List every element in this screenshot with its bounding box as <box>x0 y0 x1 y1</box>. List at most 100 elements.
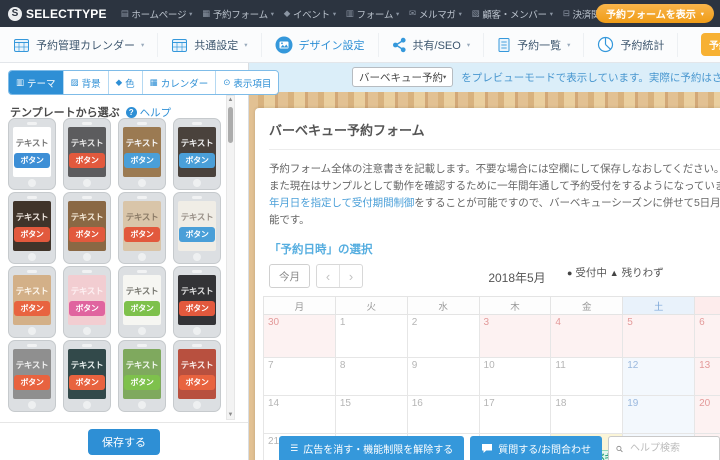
nav-item-form[interactable]: ▥ フォーム ▾ <box>346 7 399 21</box>
form-selector-dropdown[interactable]: バーベキュー予約 ▾ <box>352 67 453 87</box>
calendar-day-30[interactable]: 30 <box>264 315 336 358</box>
template-thumbnail: テキストボタン <box>13 275 51 325</box>
template-button-sample: ボタン <box>14 153 49 168</box>
nav-label: 顧客・メンバー <box>482 7 546 21</box>
remove-ads-button[interactable]: ☰ 広告を消す・機能制限を解除する <box>279 436 464 460</box>
calendar-day-13[interactable]: 13 <box>695 358 720 396</box>
template-text-sample: テキスト <box>181 359 214 371</box>
template-text-sample: テキスト <box>126 285 159 297</box>
calendar-day-12[interactable]: 12 <box>623 358 695 396</box>
template-item-11[interactable]: テキストボタン <box>118 266 166 338</box>
next-month-button[interactable]: › <box>339 265 362 287</box>
calendar-day-15[interactable]: 15 <box>335 396 407 434</box>
template-thumbnail: テキストボタン <box>68 349 106 399</box>
toolbar-item-share-seo[interactable]: 共有/SEO ▾ <box>379 33 485 57</box>
day-number: 12 <box>627 360 692 371</box>
calendar-day-2[interactable]: 2 <box>407 315 479 358</box>
calendar-day-16[interactable]: 16 <box>407 396 479 434</box>
chevron-down-icon: ▾ <box>244 41 247 49</box>
template-item-16[interactable]: テキストボタン <box>173 340 221 412</box>
scroll-down-icon[interactable]: ▼ <box>227 412 234 418</box>
chevron-down-icon: ▾ <box>333 10 336 18</box>
notice-line-3-rest: をすることが可能ですので、バーベキューシーズンに併せて5日月1日~10月15日ま… <box>414 197 720 209</box>
template-text-sample: テキスト <box>126 211 159 223</box>
nav-item-event[interactable]: ◆ イベント ▾ <box>284 7 336 21</box>
calendar-day-1[interactable]: 1 <box>335 315 407 358</box>
toolbar-item-reservation-list[interactable]: 予約一覧 ▾ <box>484 33 584 57</box>
calendar-day-18[interactable]: 18 <box>551 396 623 434</box>
template-item-15[interactable]: テキストボタン <box>118 340 166 412</box>
show-booking-form-button[interactable]: 予約フォームを表示 ▾ <box>596 4 714 23</box>
toolbar-item-design-settings[interactable]: デザイン設定 <box>262 33 379 57</box>
template-item-9[interactable]: テキストボタン <box>8 266 56 338</box>
period-control-link[interactable]: 年月日を指定して受付期間制御 <box>269 197 414 209</box>
this-month-button[interactable]: 今月 <box>269 264 310 288</box>
template-text-sample: テキスト <box>16 359 49 371</box>
nav-item-mail-magazine[interactable]: ✉ メルマガ ▾ <box>409 7 462 21</box>
tab-calendar[interactable]: ▦ カレンダー <box>142 71 216 94</box>
tab-label: テーマ <box>27 76 56 90</box>
toolbar-item-common-settings[interactable]: 共通設定 ▾ <box>158 33 261 57</box>
form-preview-pane: バーベキュー予約 ▾ をプレビューモードで表示しています。実際に予約はされません… <box>248 62 720 460</box>
help-search-box[interactable] <box>608 436 720 460</box>
save-button[interactable]: 保存する <box>88 429 160 455</box>
search-icon <box>616 443 623 455</box>
template-item-5[interactable]: テキストボタン <box>8 192 56 264</box>
template-grid: テキストボタンテキストボタンテキストボタンテキストボタンテキストボタンテキストボ… <box>8 118 222 422</box>
nav-item-customers-members[interactable]: ▧ 顧客・メンバー ▾ <box>472 7 553 21</box>
tab-display-items[interactable]: ⊙ 表示項目 <box>215 71 278 94</box>
prev-month-button[interactable]: ‹ <box>317 265 339 287</box>
scrollbar-thumb[interactable] <box>228 107 233 143</box>
template-item-3[interactable]: テキストボタン <box>118 118 166 190</box>
partial-booking-button[interactable]: 予約 <box>701 33 720 56</box>
tab-color[interactable]: ◆ 色 <box>108 71 142 94</box>
template-item-4[interactable]: テキストボタン <box>173 118 221 190</box>
nav-item-booking-form[interactable]: ▦ 予約フォーム ▾ <box>202 7 274 21</box>
calendar-day-7[interactable]: 7 <box>264 358 336 396</box>
template-item-1[interactable]: テキストボタン <box>8 118 56 190</box>
day-number: 11 <box>555 360 620 371</box>
tab-label: 表示項目 <box>233 76 271 90</box>
calendar-day-14[interactable]: 14 <box>264 396 336 434</box>
calendar-day-8[interactable]: 8 <box>335 358 407 396</box>
calendar-day-6[interactable]: 6 <box>695 315 720 358</box>
panel-scrollbar[interactable]: ▲ ▼ <box>226 95 235 420</box>
selecttype-logo[interactable]: S SELECTTYPE <box>8 7 107 21</box>
template-item-10[interactable]: テキストボタン <box>63 266 111 338</box>
toolbar-item-reservation-calendar[interactable]: 予約管理カレンダー ▾ <box>0 33 158 57</box>
help-search-input[interactable] <box>628 442 712 455</box>
calendar-day-9[interactable]: 9 <box>407 358 479 396</box>
calendar-day-10[interactable]: 10 <box>479 358 551 396</box>
tab-theme[interactable]: ▥ テーマ <box>9 71 63 94</box>
day-number: 19 <box>627 398 692 409</box>
template-item-12[interactable]: テキストボタン <box>173 266 221 338</box>
preview-mode-note: をプレビューモードで表示しています。実際に予約はされません。 <box>461 70 720 85</box>
template-text-sample: テキスト <box>16 211 49 223</box>
calendar-day-5[interactable]: 5 <box>623 315 695 358</box>
tab-background[interactable]: ▨ 背景 <box>63 71 108 94</box>
calendar-day-20[interactable]: 20 <box>695 396 720 434</box>
template-item-6[interactable]: テキストボタン <box>63 192 111 264</box>
template-button-sample: ボタン <box>179 153 214 168</box>
nav-label: フォーム <box>357 7 394 21</box>
template-item-2[interactable]: テキストボタン <box>63 118 111 190</box>
nav-item-homepage[interactable]: ▤ ホームページ ▾ <box>121 7 192 21</box>
contact-label: 質問する/お問合わせ <box>498 441 591 456</box>
template-item-14[interactable]: テキストボタン <box>63 340 111 412</box>
template-text-sample: テキスト <box>71 285 104 297</box>
calendar-day-17[interactable]: 17 <box>479 396 551 434</box>
toolbar-item-reservation-stats[interactable]: 予約統計 <box>584 33 678 57</box>
calendar-day-4[interactable]: 4 <box>551 315 623 358</box>
calendar-day-3[interactable]: 3 <box>479 315 551 358</box>
cta-label: 予約フォームを表示 <box>606 6 696 21</box>
mail-icon: ✉ <box>409 8 416 19</box>
template-item-7[interactable]: テキストボタン <box>118 192 166 264</box>
calendar-day-19[interactable]: 19 <box>623 396 695 434</box>
calendar-day-11[interactable]: 11 <box>551 358 623 396</box>
chevron-down-icon: ▾ <box>443 73 446 81</box>
template-item-13[interactable]: テキストボタン <box>8 340 56 412</box>
day-number: 5 <box>627 317 692 328</box>
contact-button[interactable]: 質問する/お問合わせ <box>470 436 602 460</box>
template-item-8[interactable]: テキストボタン <box>173 192 221 264</box>
scroll-up-icon[interactable]: ▲ <box>227 97 234 103</box>
